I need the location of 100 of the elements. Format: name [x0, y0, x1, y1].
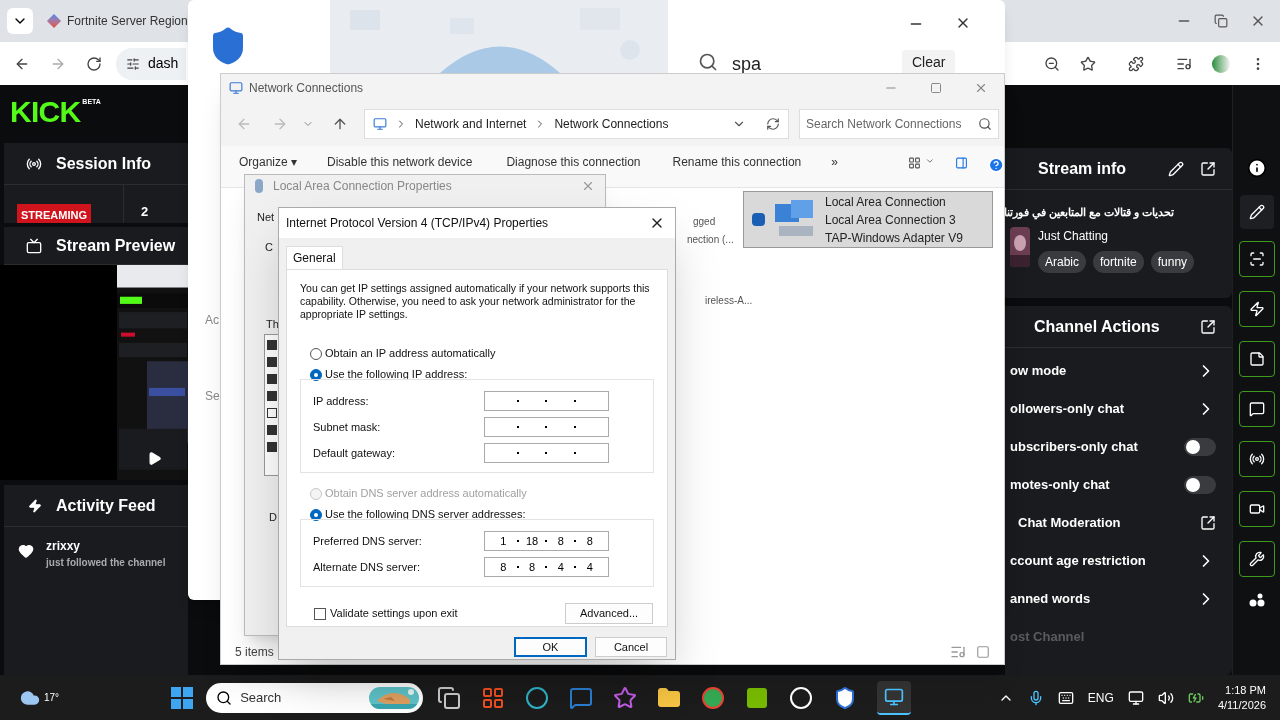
clock[interactable]: 1:18 PM 4/11/2026: [1217, 682, 1266, 713]
checkbox[interactable]: [267, 442, 277, 452]
checkbox[interactable]: [267, 374, 277, 384]
start-button[interactable]: [171, 686, 194, 709]
checkbox[interactable]: [267, 391, 277, 401]
info-icon[interactable]: [1246, 158, 1267, 178]
tab[interactable]: General: [286, 246, 343, 269]
command-button[interactable]: Disable this network device: [327, 155, 473, 169]
monitor-icon: [884, 686, 905, 707]
refresh-icon[interactable]: [766, 116, 780, 131]
profile-avatar[interactable]: [1212, 54, 1230, 73]
channel-action-item[interactable]: ollowers-only chat: [1005, 390, 1232, 428]
toggle-switch[interactable]: [1184, 438, 1216, 456]
taskbar-search-field[interactable]: Search: [206, 682, 424, 713]
tiles-view-icon[interactable]: [976, 644, 990, 659]
clear-button[interactable]: Clear: [902, 50, 956, 75]
search-icon: [698, 52, 718, 72]
channel-action-item[interactable]: ubscribers-only chat: [1005, 428, 1232, 466]
address-bar[interactable]: dash: [116, 47, 186, 80]
octet-value: 8: [557, 534, 564, 547]
screen-capture-icon: [1248, 251, 1265, 267]
help-icon[interactable]: [987, 155, 1004, 175]
cancel-button[interactable]: Cancel: [595, 637, 667, 657]
channel-action-item[interactable]: motes-only chat: [1005, 466, 1232, 504]
reload-icon[interactable]: [86, 55, 102, 72]
octet-value: 18: [525, 534, 539, 547]
command-button[interactable]: Rename this connection: [672, 155, 802, 169]
file-explorer-icon[interactable]: [657, 685, 682, 710]
zoom-icon[interactable]: [1044, 55, 1060, 72]
channel-action-item[interactable]: Chat Moderation: [1005, 504, 1232, 542]
checkbox-label: Validate settings upon exit: [330, 606, 458, 622]
command-button[interactable]: Diagnose this connection: [506, 155, 641, 169]
tag-chip[interactable]: fortnite: [1093, 250, 1144, 273]
chat-icon: [1248, 401, 1265, 417]
octet-value: 4: [586, 560, 593, 573]
command-button[interactable]: Organize ▾: [239, 155, 298, 169]
breadcrumb-item[interactable]: Network Connections: [554, 114, 669, 133]
keyboard-icon[interactable]: [1057, 689, 1074, 706]
rail-button[interactable]: [1238, 491, 1275, 527]
rail-button[interactable]: [1238, 241, 1275, 277]
checkbox[interactable]: [267, 357, 277, 367]
label: D: [269, 510, 277, 525]
rail-button[interactable]: [1238, 291, 1275, 327]
rail-button[interactable]: [1238, 441, 1275, 477]
card-title: Stream info: [1038, 158, 1126, 179]
pop-out-icon[interactable]: [1200, 318, 1216, 335]
tag-chip[interactable]: Arabic: [1038, 250, 1086, 273]
radio-button[interactable]: [310, 368, 322, 381]
maximize-icon[interactable]: [930, 81, 942, 94]
site-settings-icon[interactable]: [126, 56, 140, 71]
command-button[interactable]: »: [831, 155, 838, 169]
extensions-icon[interactable]: [1128, 55, 1144, 72]
store-icon[interactable]: [481, 685, 506, 710]
checkbox[interactable]: [267, 425, 277, 435]
radio-button[interactable]: [310, 508, 322, 521]
dns-address-field[interactable]: 1 18 8 8: [484, 531, 609, 551]
preview-pane-icon[interactable]: [954, 155, 968, 171]
play-icon[interactable]: [147, 451, 162, 466]
advanced-button[interactable]: Advanced...: [565, 603, 653, 624]
edit-button[interactable]: [1239, 195, 1274, 229]
restore-icon[interactable]: [1214, 14, 1228, 28]
ip-address-field[interactable]: [484, 391, 609, 411]
rail-button[interactable]: [1238, 391, 1275, 427]
network-icon[interactable]: [1127, 689, 1144, 706]
control-panel-button[interactable]: [877, 680, 912, 715]
address-field[interactable]: Network and Internet Network Connections: [364, 108, 789, 139]
ip-address-field[interactable]: [484, 443, 609, 463]
ip-address-field[interactable]: [484, 417, 609, 437]
language-indicator[interactable]: ENG: [1087, 688, 1114, 707]
connection-item[interactable]: Local Area Connection Local Area Connection 3 TAP-Windows Adapter V9: [743, 191, 993, 248]
edit-icon[interactable]: [1168, 160, 1184, 177]
tab-list-button[interactable]: [7, 8, 33, 34]
breadcrumb-item[interactable]: Network and Internet: [415, 114, 527, 133]
connection-status: Local Area Connection 3: [825, 211, 957, 229]
view-options-icon[interactable]: [907, 155, 921, 171]
ok-button[interactable]: OK: [514, 637, 587, 657]
dots-icon[interactable]: [1248, 593, 1265, 607]
rail-button[interactable]: [1238, 541, 1275, 577]
checkbox[interactable]: [267, 408, 277, 418]
toggle-switch[interactable]: [1184, 476, 1216, 494]
dns-address-field[interactable]: 8 8 4 4: [484, 557, 609, 577]
browser-tab[interactable]: Fortnite Server Region: [49, 12, 188, 30]
tag-chip[interactable]: funny: [1150, 250, 1195, 273]
channel-action-item[interactable]: ccount age restriction: [1005, 542, 1232, 580]
rail-button[interactable]: [1238, 341, 1275, 377]
window-title: Local Area Connection Properties: [273, 178, 452, 195]
radio-button[interactable]: [310, 347, 322, 360]
checkbox[interactable]: [314, 607, 326, 620]
channel-action-item[interactable]: ow mode: [1005, 352, 1232, 390]
weather-widget[interactable]: 17°: [20, 687, 60, 708]
task-view-icon[interactable]: [437, 685, 462, 710]
pop-out-icon[interactable]: [1200, 160, 1216, 177]
volume-icon[interactable]: [1157, 689, 1174, 706]
checkbox[interactable]: [267, 340, 277, 350]
bookmark-star-icon[interactable]: [1080, 55, 1096, 72]
menu-text: Ac: [205, 312, 219, 329]
channel-action-item[interactable]: anned words: [1005, 580, 1232, 618]
tab[interactable]: Net: [257, 209, 275, 226]
radio-label: Use the following DNS server addresses:: [325, 507, 526, 523]
search-field[interactable]: Search Network Connections: [799, 108, 999, 139]
